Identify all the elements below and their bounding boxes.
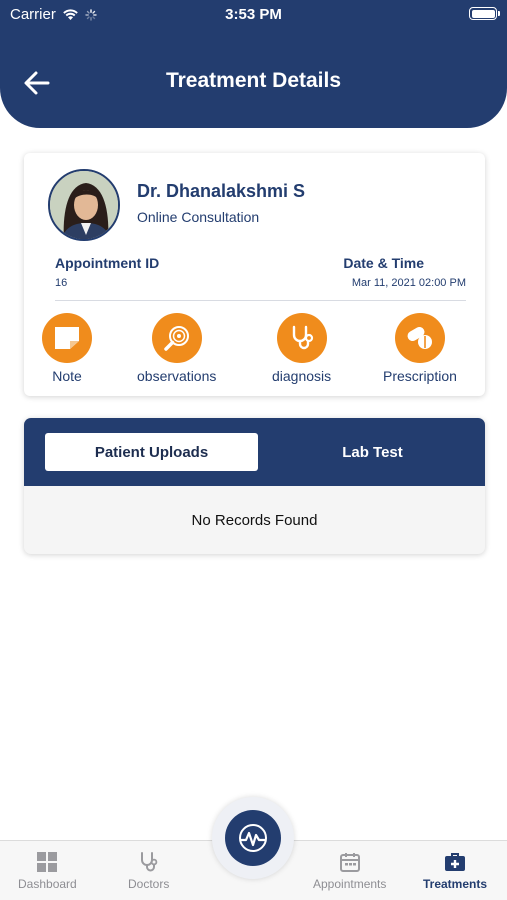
calendar-icon <box>339 853 360 872</box>
nav-item-dashboard[interactable]: Dashboard <box>18 841 77 900</box>
stethoscope-icon <box>140 852 157 872</box>
uploads-tabs: Patient Uploads Lab Test <box>24 418 485 486</box>
medical-kit-icon <box>445 853 466 871</box>
nav-item-treatments[interactable]: Treatments <box>423 841 487 900</box>
diagnosis-button[interactable]: diagnosis <box>272 313 331 384</box>
nav-item-appointments[interactable]: Appointments <box>313 841 386 900</box>
app-header: Carrier 3:53 PM Treatment Details <box>0 0 507 128</box>
nav-label-doctors: Doctors <box>128 877 170 891</box>
page-title: Treatment Details <box>165 69 342 92</box>
nav-label-appointments: Appointments <box>313 877 387 891</box>
nav-item-doctors[interactable]: Doctors <box>128 841 169 900</box>
note-button[interactable]: Note <box>42 313 92 384</box>
prescription-button[interactable]: Prescription <box>383 313 457 384</box>
battery-icon <box>469 7 500 20</box>
note-label: Note <box>52 368 82 384</box>
app-logo-icon <box>239 824 267 852</box>
pills-icon <box>407 327 432 349</box>
doctor-name: Dr. Dhanalakshmi S <box>137 181 306 201</box>
uploads-card: Patient Uploads Lab Test No Records Foun… <box>24 418 485 554</box>
status-bar: Carrier 3:53 PM <box>0 0 507 28</box>
appointment-id-label: Appointment ID <box>55 255 160 271</box>
doctor-avatar <box>48 169 120 241</box>
stethoscope-icon <box>292 325 313 350</box>
appointment-id-value: 16 <box>55 277 68 289</box>
nav-label-treatments: Treatments <box>423 877 488 891</box>
dashboard-icon <box>37 852 58 872</box>
observations-button[interactable]: observations <box>137 313 216 384</box>
status-time: 3:53 PM <box>225 6 282 23</box>
datetime-value: Mar 11, 2021 02:00 PM <box>351 277 466 289</box>
center-home-button[interactable] <box>212 797 294 879</box>
datetime-label: Date & Time <box>343 255 424 271</box>
note-icon <box>55 327 79 349</box>
observations-label: observations <box>137 368 217 384</box>
empty-state-message: No Records Found <box>191 512 318 529</box>
tab-patient-uploads[interactable]: Patient Uploads <box>45 433 258 471</box>
tab-lab-test[interactable]: Lab Test <box>280 433 465 471</box>
consultation-type: Online Consultation <box>137 209 260 225</box>
doctor-card: Dr. Dhanalakshmi S Online Consultation A… <box>24 153 485 396</box>
nav-label-dashboard: Dashboard <box>18 877 77 891</box>
diagnosis-label: diagnosis <box>272 368 332 384</box>
prescription-label: Prescription <box>383 368 457 384</box>
card-divider <box>55 300 466 301</box>
magnifier-icon <box>163 326 189 351</box>
